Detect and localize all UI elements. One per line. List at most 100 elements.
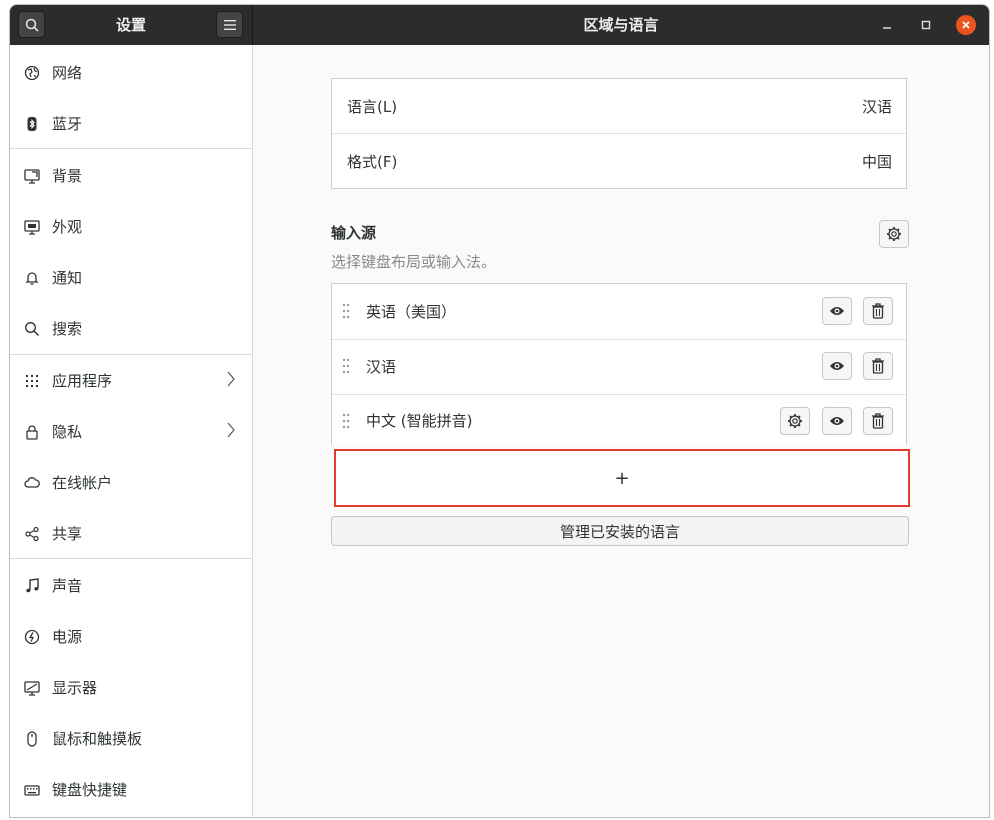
eye-icon: [830, 307, 844, 315]
input-source-row[interactable]: 汉语: [332, 339, 906, 394]
source-settings-button[interactable]: [780, 407, 810, 435]
sidebar-item-notifications[interactable]: 通知: [10, 252, 252, 303]
sidebar-item-background[interactable]: 背景: [10, 150, 252, 201]
appearance-icon: [24, 219, 40, 235]
trash-icon: [872, 413, 884, 429]
bluetooth-icon: [24, 116, 40, 132]
menu-button[interactable]: [216, 11, 243, 38]
show-layout-button[interactable]: [822, 352, 852, 380]
network-icon: [24, 65, 40, 81]
trash-icon: [872, 303, 884, 319]
trash-icon: [872, 358, 884, 374]
sidebar-item-privacy[interactable]: 隐私: [10, 406, 252, 457]
maximize-icon: [921, 20, 931, 30]
sidebar: 网络 蓝牙 背景 外观 通知 搜索 应用程序 隐私 在线帐户 共享 声音 电源 …: [10, 45, 253, 817]
gear-icon: [788, 414, 802, 428]
sidebar-item-display[interactable]: 显示器: [10, 662, 252, 713]
input-source-label: 英语（美国）: [366, 303, 457, 321]
header-bar: 设置 区域与语言: [10, 5, 989, 45]
format-value: 中国: [861, 152, 892, 171]
drag-handle-icon[interactable]: [342, 303, 350, 319]
sidebar-item-appearance[interactable]: 外观: [10, 201, 252, 252]
sidebar-item-sound[interactable]: 声音: [10, 560, 252, 611]
language-row[interactable]: 语言(L) 汉语: [332, 79, 906, 133]
background-icon: [24, 168, 40, 184]
sidebar-item-label: 声音: [52, 577, 83, 595]
drag-handle-icon[interactable]: [342, 413, 350, 429]
sidebar-item-label: 网络: [52, 64, 83, 82]
show-layout-button[interactable]: [822, 407, 852, 435]
sidebar-item-label: 通知: [52, 269, 83, 287]
add-icon: +: [614, 467, 630, 489]
remove-source-button[interactable]: [863, 407, 893, 435]
sidebar-item-sharing[interactable]: 共享: [10, 508, 252, 559]
sidebar-item-label: 隐私: [52, 423, 83, 441]
format-row[interactable]: 格式(F) 中国: [332, 134, 906, 188]
add-input-source-button[interactable]: +: [334, 449, 910, 507]
language-label: 语言(L): [347, 97, 398, 116]
input-sources-list: 英语（美国） 汉语 中文 (智能拼音): [331, 283, 907, 445]
sidebar-item-network[interactable]: 网络: [10, 47, 252, 98]
sidebar-item-bluetooth[interactable]: 蓝牙: [10, 98, 252, 149]
sidebar-item-label: 蓝牙: [52, 115, 83, 133]
input-source-label: 中文 (智能拼音): [366, 411, 473, 430]
eye-icon: [830, 417, 844, 425]
language-value: 汉语: [861, 97, 892, 116]
drag-handle-icon[interactable]: [342, 358, 350, 374]
music-note-icon: [24, 577, 40, 594]
maximize-button[interactable]: [916, 15, 936, 35]
sidebar-item-label: 搜索: [52, 320, 83, 338]
sidebar-item-label: 在线帐户: [52, 474, 113, 492]
gear-icon: [887, 227, 901, 241]
lock-icon: [24, 424, 40, 440]
display-icon: [24, 680, 40, 696]
mouse-icon: [24, 730, 40, 747]
show-layout-button[interactable]: [822, 297, 852, 325]
region-card: 语言(L) 汉语 格式(F) 中国: [331, 78, 907, 189]
format-label: 格式(F): [347, 152, 398, 171]
sidebar-item-label: 外观: [52, 218, 83, 236]
close-button[interactable]: [956, 15, 976, 35]
sidebar-divider: [10, 558, 252, 559]
apps-grid-icon: [24, 373, 40, 389]
eye-icon: [830, 362, 844, 370]
sidebar-item-label: 键盘快捷键: [52, 781, 128, 799]
input-source-label: 汉语: [366, 358, 397, 376]
sidebar-item-search[interactable]: 搜索: [10, 303, 252, 354]
input-sources-title: 输入源: [331, 224, 377, 242]
remove-source-button[interactable]: [863, 297, 893, 325]
chevron-right-icon: [227, 371, 235, 387]
chevron-right-icon: [227, 422, 235, 438]
input-source-row[interactable]: 中文 (智能拼音): [332, 394, 906, 446]
sidebar-item-label: 应用程序: [52, 372, 113, 390]
sidebar-item-online-accounts[interactable]: 在线帐户: [10, 457, 252, 508]
input-source-row[interactable]: 英语（美国）: [332, 284, 906, 339]
cloud-icon: [24, 475, 40, 491]
sidebar-item-label: 共享: [52, 525, 83, 543]
sidebar-item-power[interactable]: 电源: [10, 611, 252, 662]
keyboard-icon: [24, 782, 40, 798]
share-icon: [24, 526, 40, 542]
sidebar-item-label: 鼠标和触摸板: [52, 730, 143, 748]
power-icon: [24, 629, 40, 645]
bell-icon: [24, 270, 40, 286]
search-icon: [24, 321, 40, 337]
close-icon: [962, 21, 970, 29]
settings-window: 设置 区域与语言 网络 蓝牙 背景 外观 通知 搜索 应用程序 隐私 在线帐户 …: [9, 4, 990, 818]
input-sources-subtitle: 选择键盘布局或输入法。: [331, 253, 497, 271]
sidebar-item-keyboard-shortcuts[interactable]: 键盘快捷键: [10, 764, 252, 815]
input-sources-options-button[interactable]: [879, 220, 909, 248]
sidebar-divider: [10, 148, 252, 149]
manage-languages-button[interactable]: 管理已安装的语言: [331, 516, 909, 546]
remove-source-button[interactable]: [863, 352, 893, 380]
sidebar-item-label: 电源: [52, 628, 83, 646]
main-content: 语言(L) 汉语 格式(F) 中国 输入源 选择键盘布局或输入法。 英语（美国）: [253, 45, 989, 817]
header-left: 设置: [10, 5, 253, 45]
minimize-button[interactable]: [877, 15, 897, 35]
sidebar-item-label: 显示器: [52, 679, 98, 697]
sidebar-item-mouse-touchpad[interactable]: 鼠标和触摸板: [10, 713, 252, 764]
sidebar-item-label: 背景: [52, 167, 83, 185]
minimize-icon: [883, 27, 891, 29]
sidebar-item-applications[interactable]: 应用程序: [10, 355, 252, 406]
hamburger-menu-icon: [223, 19, 236, 30]
